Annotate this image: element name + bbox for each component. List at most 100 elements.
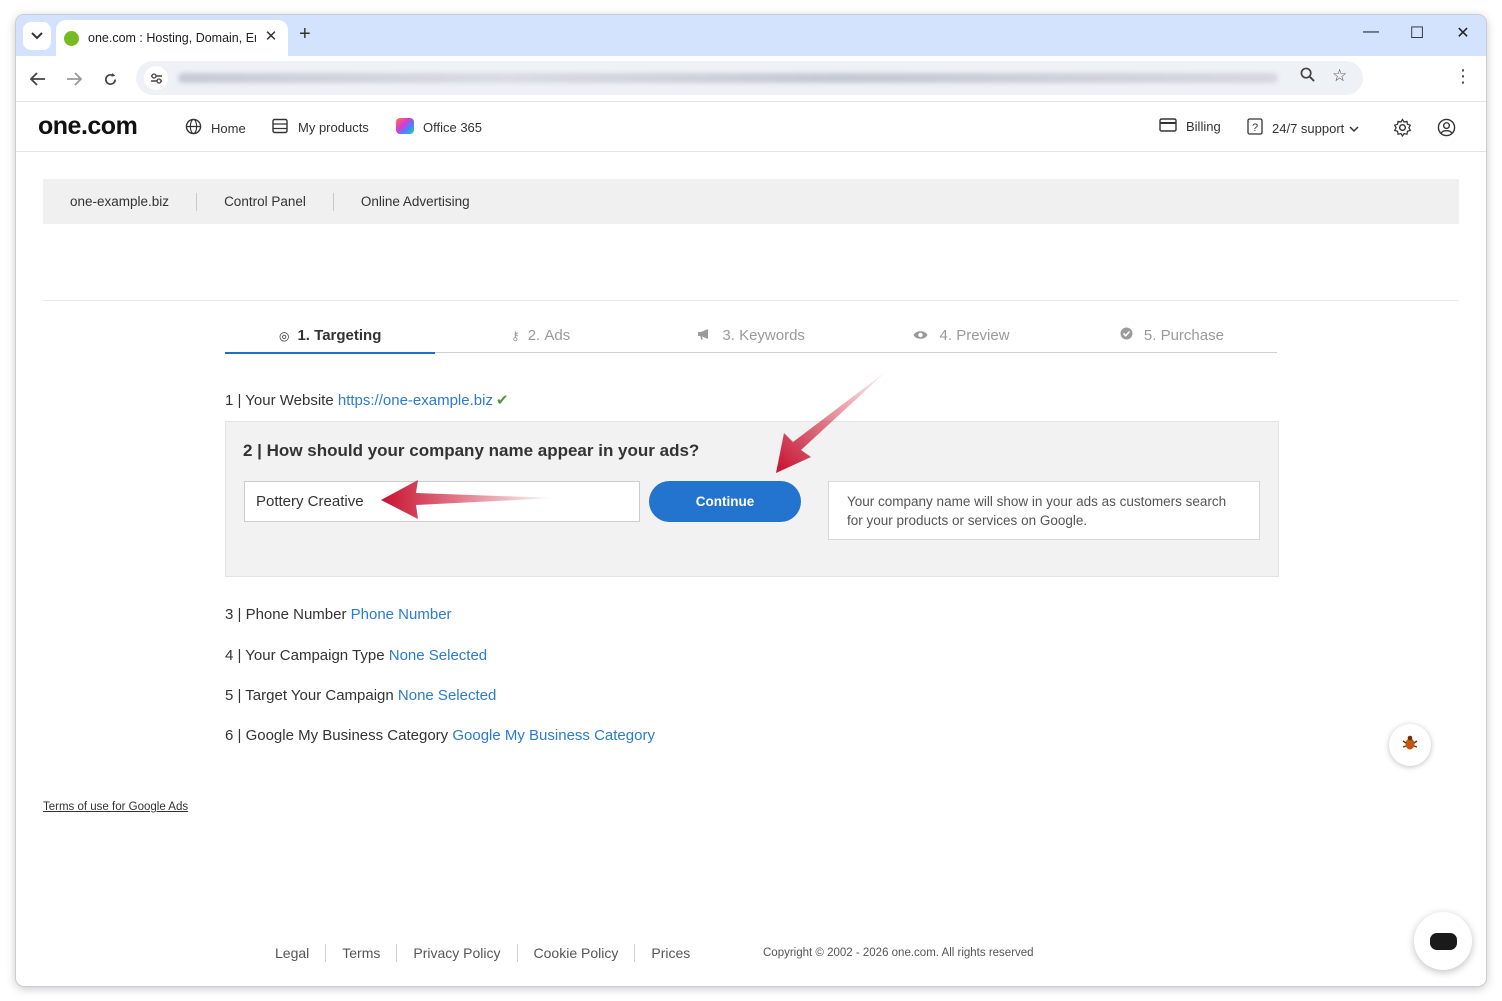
breadcrumb-control-panel[interactable]: Control Panel	[197, 192, 334, 211]
support-dropdown[interactable]: ? 24/7 support	[1247, 118, 1359, 138]
gmb-category-row: 6 | Google My Business Category Google M…	[225, 727, 655, 744]
target-campaign-row: 5 | Target Your Campaign None Selected	[225, 687, 496, 704]
step-targeting[interactable]: ◎ 1. Targeting	[225, 326, 436, 354]
divider	[43, 300, 1459, 301]
arrow-right-icon	[67, 72, 82, 86]
reload-button[interactable]	[97, 66, 123, 92]
website-link[interactable]: https://one-example.biz	[338, 392, 493, 409]
support-label: 24/7 support	[1272, 120, 1345, 136]
nav-office-365[interactable]: Office 365	[396, 118, 482, 137]
megaphone-icon	[697, 329, 714, 343]
chevron-down-icon	[31, 32, 43, 40]
nav-my-products-label: My products	[298, 120, 369, 135]
company-name-input[interactable]	[244, 481, 640, 522]
company-name-question: 2 | How should your company name appear …	[243, 441, 700, 460]
footer-terms[interactable]: Terms	[326, 944, 398, 962]
user-circle-icon	[1437, 118, 1456, 140]
browser-tab[interactable]: one.com : Hosting, Domain, Email ✕	[56, 20, 288, 56]
account-button[interactable]	[1437, 118, 1456, 140]
back-button[interactable]	[25, 66, 51, 92]
svg-text:?: ?	[1252, 122, 1258, 134]
target-campaign-link[interactable]: None Selected	[398, 687, 496, 704]
billing-label: Billing	[1186, 119, 1221, 134]
favicon-icon	[64, 30, 79, 46]
campaign-type-prefix: 4 | Your Campaign Type	[225, 647, 389, 664]
eye-icon	[913, 329, 931, 343]
gmb-category-prefix: 6 | Google My Business Category	[225, 727, 453, 744]
step-label: Preview	[956, 327, 1010, 344]
footer-cookie-policy[interactable]: Cookie Policy	[518, 944, 636, 962]
footer-privacy-policy[interactable]: Privacy Policy	[397, 944, 518, 962]
settings-button[interactable]	[1393, 118, 1412, 140]
floating-helper-button[interactable]	[1389, 724, 1431, 766]
new-tab-button[interactable]: +	[299, 23, 311, 46]
step-number: 3.	[722, 327, 735, 344]
company-name-panel: 2 | How should your company name appear …	[225, 421, 1279, 577]
browser-window: one.com : Hosting, Domain, Email ✕ + — ☐…	[16, 15, 1486, 986]
target-campaign-prefix: 5 | Target Your Campaign	[225, 687, 398, 704]
check-circle-icon	[1120, 327, 1136, 343]
continue-button[interactable]: Continue	[649, 481, 801, 522]
breadcrumb-domain[interactable]: one-example.biz	[43, 192, 198, 211]
bug-icon	[1401, 734, 1419, 757]
arrow-left-icon	[30, 72, 45, 86]
chat-bubble-icon	[1429, 932, 1457, 950]
website-prefix: 1 | Your Website	[225, 392, 338, 409]
window-close-button[interactable]: ✕	[1448, 23, 1478, 43]
step-keywords[interactable]: 3. Keywords	[646, 326, 856, 352]
phone-row: 3 | Phone Number Phone Number	[225, 606, 452, 623]
step-label: Targeting	[314, 327, 382, 344]
target-icon: ◎	[278, 329, 290, 343]
website-row: 1 | Your Website https://one-example.biz…	[225, 391, 509, 409]
zoom-icon[interactable]	[1300, 67, 1315, 86]
step-label: Purchase	[1160, 327, 1224, 344]
nav-office-365-label: Office 365	[423, 120, 483, 135]
nav-my-products[interactable]: My products	[271, 118, 369, 137]
tab-close-icon[interactable]: ✕	[262, 27, 280, 45]
office365-icon	[396, 118, 414, 137]
footer-legal[interactable]: Legal	[259, 944, 327, 962]
chat-button[interactable]	[1414, 912, 1472, 970]
address-bar[interactable]: ☆	[136, 61, 1363, 95]
minimize-button[interactable]: —	[1356, 23, 1386, 41]
maximize-button[interactable]: ☐	[1402, 23, 1432, 43]
tab-title: one.com : Hosting, Domain, Email	[88, 31, 256, 45]
site-header: one.com Home My products Office 365 Bill…	[16, 102, 1486, 152]
key-icon: ⚷	[510, 329, 520, 343]
step-label: Ads	[544, 327, 571, 344]
step-number: 2.	[527, 327, 541, 344]
company-name-hint: Your company name will show in your ads …	[828, 481, 1260, 540]
campaign-type-link[interactable]: None Selected	[389, 647, 487, 664]
footer-links: Legal Terms Privacy Policy Cookie Policy…	[259, 944, 706, 962]
bookmark-star-icon[interactable]: ☆	[1332, 66, 1347, 86]
tab-search-button[interactable]	[23, 22, 51, 50]
step-number: 4.	[939, 327, 953, 344]
reload-icon	[104, 72, 116, 85]
nav-home[interactable]: Home	[184, 118, 246, 138]
step-purchase[interactable]: 5. Purchase	[1067, 326, 1277, 352]
breadcrumb: one-example.biz Control Panel Online Adv…	[43, 179, 1459, 224]
billing-link[interactable]: Billing	[1159, 118, 1221, 135]
phone-link[interactable]: Phone Number	[351, 606, 452, 623]
gmb-category-link[interactable]: Google My Business Category	[452, 727, 655, 744]
list-icon	[271, 118, 289, 137]
phone-prefix: 3 | Phone Number	[225, 606, 351, 623]
one-com-logo[interactable]: one.com	[38, 112, 138, 141]
step-number: 1.	[297, 327, 310, 344]
globe-icon	[184, 118, 202, 138]
google-ads-terms-link[interactable]: Terms of use for Google Ads	[43, 801, 188, 813]
gear-icon	[1393, 118, 1412, 140]
forward-button[interactable]	[61, 66, 87, 92]
breadcrumb-online-advertising[interactable]: Online Advertising	[334, 193, 497, 211]
browser-menu-icon[interactable]: ⋮	[1454, 66, 1472, 87]
campaign-type-row: 4 | Your Campaign Type None Selected	[225, 647, 487, 664]
checkmark-icon: ✔	[495, 392, 509, 409]
step-label: Keywords	[739, 327, 805, 344]
browser-toolbar: ☆ ⋮	[16, 56, 1486, 102]
nav-home-label: Home	[211, 120, 246, 136]
step-number: 5.	[1143, 327, 1157, 344]
footer-prices[interactable]: Prices	[635, 944, 706, 962]
site-info-icon[interactable]	[144, 66, 168, 90]
step-ads[interactable]: ⚷ 2. Ads	[435, 326, 645, 352]
step-preview[interactable]: 4. Preview	[856, 326, 1066, 352]
